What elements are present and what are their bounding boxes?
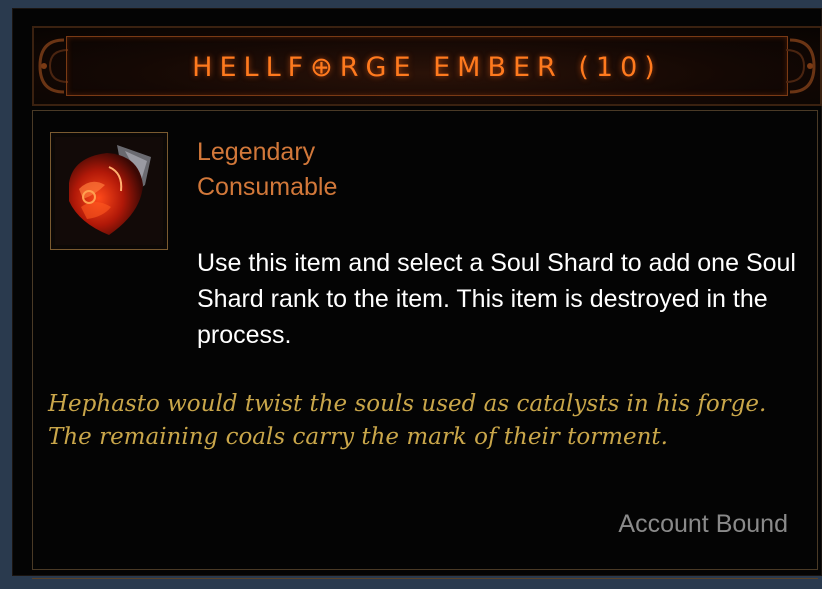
item-flavor-text: Hephasto would twist the souls used as c… [48, 391, 767, 450]
item-icon-frame [50, 132, 168, 250]
item-rarity: Legendary [197, 138, 316, 166]
item-title: HELLF⊕RGE EMBER (10) [192, 52, 662, 83]
hellforge-ember-icon [55, 137, 163, 245]
next-tooltip-edge [32, 578, 818, 589]
item-description: Use this item and select a Soul Shard to… [197, 249, 796, 349]
item-tooltip: HELLF⊕RGE EMBER (10) Legendary Consumabl… [12, 8, 822, 579]
binding-status: Account Bound [618, 510, 788, 538]
item-type: Consumable [197, 173, 338, 201]
title-bar: HELLF⊕RGE EMBER (10) [32, 26, 822, 106]
